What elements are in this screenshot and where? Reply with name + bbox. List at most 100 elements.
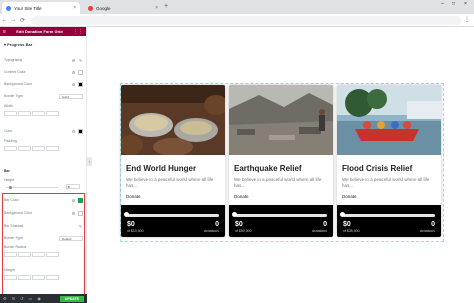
border-radius-inputs[interactable] (4, 252, 59, 257)
content-color-row: Content Color ⚙ (4, 69, 83, 75)
panel-header: ≡ Edit Donation Form Grid ⋮⋮ (0, 27, 86, 36)
progress-indicator (340, 212, 345, 217)
globe-icon[interactable]: ⚙ (71, 129, 76, 134)
donation-card[interactable]: Flood Crisis Relief We believe in a peac… (337, 85, 441, 237)
raised-amount: $0 (127, 221, 135, 228)
back-icon[interactable]: ← (0, 17, 9, 23)
close-window-button[interactable]: × (464, 1, 467, 7)
responsive-icon[interactable]: ▭ (29, 296, 33, 301)
google-favicon-icon (88, 5, 93, 11)
height-input[interactable]: 5 (66, 184, 80, 189)
donation-count: 0 (215, 221, 219, 228)
close-tab-icon[interactable]: × (73, 5, 76, 11)
card-description: We believe in a peaceful world where all… (126, 177, 214, 188)
bar-border-type-select[interactable]: Default (59, 235, 83, 241)
donation-card[interactable]: Earthquake Relief We believe in a peacef… (229, 85, 333, 237)
donations-label: donations (203, 229, 219, 233)
donation-card[interactable]: End World Hunger We believe in a peacefu… (121, 85, 225, 237)
browser-menu-icon[interactable]: ⋮ (464, 16, 470, 23)
section-title: Progress Bar (7, 42, 33, 47)
padding-row: Padding (4, 138, 83, 144)
background-color-row: Background Color ⚙ (4, 81, 83, 87)
typography-label: Typography (4, 58, 23, 62)
bar-background-swatch[interactable] (78, 210, 83, 216)
donate-link[interactable]: Donate (126, 194, 141, 199)
background-color-label: Background Color (4, 82, 33, 86)
border-color-swatch[interactable] (78, 128, 83, 134)
donation-count: 0 (431, 221, 435, 228)
minimize-button[interactable]: – (441, 1, 444, 7)
border-type-select[interactable]: Solid (59, 93, 83, 99)
border-radius-row: Border Radius (4, 244, 83, 250)
globe-icon[interactable]: ⚙ (71, 82, 76, 87)
browser-toolbar: ← → ⟳ ⋮ (0, 14, 474, 27)
goal-amount: of $35,000 (343, 229, 360, 233)
close-tab-icon[interactable]: × (155, 5, 158, 11)
globe-icon[interactable]: ⚙ (71, 58, 76, 63)
progress-bar (235, 214, 327, 217)
height-label: Height (4, 178, 15, 182)
donation-count: 0 (323, 221, 327, 228)
height-slider-handle[interactable] (9, 186, 12, 189)
background-color-swatch[interactable] (78, 81, 83, 87)
browser-chrome: Your Site Title × Google × + – □ × ← → ⟳… (0, 0, 474, 27)
border-type-label: Border Type (4, 94, 24, 98)
goal-amount: of $50,000 (235, 229, 252, 233)
donations-label: donations (311, 229, 327, 233)
tab-google[interactable]: Google × (84, 2, 162, 14)
forward-icon[interactable]: → (9, 17, 18, 23)
address-bar[interactable] (31, 15, 461, 25)
padding-label: Padding (4, 139, 17, 143)
globe-icon[interactable]: ⚙ (71, 198, 76, 203)
margin-inputs[interactable] (4, 275, 59, 280)
editor-panel: ≡ Edit Donation Form Grid ⋮⋮ ▾ Progress … (0, 27, 87, 303)
flood-boat-image (337, 85, 441, 155)
wordpress-favicon-icon (6, 5, 11, 11)
border-type-row: Border Type Solid (4, 93, 83, 99)
globe-icon[interactable]: ⚙ (71, 211, 76, 216)
width-row: Width (4, 103, 83, 109)
color-row: Color ⚙ (4, 128, 83, 134)
bar-color-swatch[interactable] (78, 197, 83, 203)
history-icon[interactable]: ↺ (20, 296, 23, 301)
settings-icon[interactable]: ⚙ (3, 296, 7, 301)
donate-link[interactable]: Donate (342, 194, 357, 199)
width-inputs[interactable] (4, 111, 59, 116)
tab-label: Your Site Title (14, 5, 42, 11)
card-progress-footer: $0 of $50,000 0 donations (229, 205, 333, 237)
edit-pencil-icon[interactable]: ✎ (78, 224, 83, 229)
maximize-button[interactable]: □ (452, 1, 455, 7)
progress-indicator (232, 212, 237, 217)
bar-border-type-label: Border Type (4, 236, 24, 240)
card-progress-footer: $0 of $35,000 0 donations (337, 205, 441, 237)
card-title[interactable]: Earthquake Relief (234, 164, 302, 173)
new-tab-button[interactable]: + (164, 3, 168, 10)
grid-icon[interactable]: ⋮⋮ (73, 29, 83, 35)
card-title[interactable]: End World Hunger (126, 164, 196, 173)
globe-icon[interactable]: ⚙ (71, 70, 76, 75)
bar-shadow-row: Bar Shadow ✎ (4, 223, 83, 229)
card-description: We believe in a peaceful world where all… (234, 177, 322, 188)
reload-icon[interactable]: ⟳ (18, 17, 27, 24)
padding-inputs[interactable] (4, 146, 59, 151)
progress-bar-section-toggle[interactable]: ▾ Progress Bar (0, 36, 86, 51)
content-color-swatch[interactable] (78, 69, 83, 75)
height-slider[interactable] (6, 187, 58, 188)
tab-label: Google (96, 5, 111, 11)
card-description: We believe in a peaceful world where all… (342, 177, 430, 188)
typography-row: Typography ⚙ ✎ (4, 57, 83, 63)
update-button[interactable]: UPDATE (59, 295, 84, 302)
donate-link[interactable]: Donate (234, 194, 249, 199)
panel-footer: ⚙ ☰ ↺ ▭ ◉ UPDATE (0, 294, 87, 303)
goal-amount: of $10,000 (127, 229, 144, 233)
raised-amount: $0 (235, 221, 243, 228)
panel-title: Edit Donation Form Grid (16, 29, 63, 34)
tab-your-site-title[interactable]: Your Site Title × (2, 2, 80, 14)
color-label: Color (4, 129, 13, 133)
edit-pencil-icon[interactable]: ✎ (78, 58, 83, 63)
card-title[interactable]: Flood Crisis Relief (342, 164, 412, 173)
preview-eye-icon[interactable]: ◉ (37, 296, 41, 301)
margin-row: Margin (4, 267, 83, 273)
donations-label: donations (419, 229, 435, 233)
layers-icon[interactable]: ☰ (12, 296, 16, 301)
